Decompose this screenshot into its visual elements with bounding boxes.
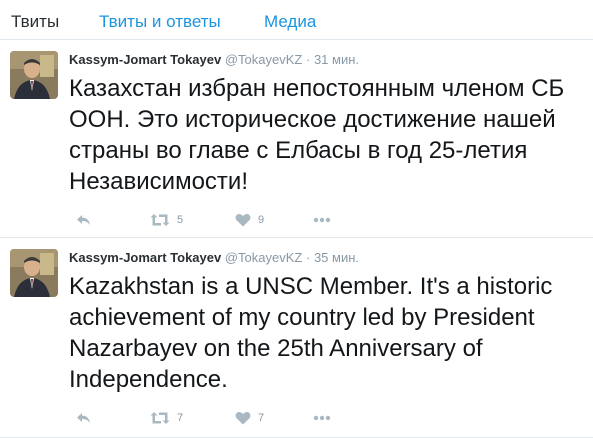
tweet-actions: 7 7 <box>69 408 589 428</box>
heart-icon <box>235 214 251 227</box>
retweet-button[interactable]: 5 <box>150 210 183 230</box>
profile-tabs: Твиты Твиты и ответы Медиа <box>0 0 593 40</box>
reply-icon <box>77 413 90 423</box>
retweet-count: 5 <box>177 214 184 226</box>
author-name[interactable]: Kassym-Jomart Tokayev <box>69 52 221 67</box>
tweet[interactable]: Kassym-Jomart Tokayev @TokayevKZ · 31 ми… <box>0 40 593 238</box>
author-handle[interactable]: @TokayevKZ <box>225 52 303 67</box>
separator-dot: · <box>305 52 311 67</box>
reply-button[interactable] <box>76 408 92 428</box>
like-button[interactable]: 9 <box>235 210 264 230</box>
tweet-actions: 5 9 <box>69 210 589 230</box>
tweet-header: Kassym-Jomart Tokayev @TokayevKZ · 35 ми… <box>69 250 359 265</box>
author-name[interactable]: Kassym-Jomart Tokayev <box>69 250 221 265</box>
retweet-icon <box>150 412 170 424</box>
reply-button[interactable] <box>76 210 92 230</box>
tab-media[interactable]: Медиа <box>264 12 316 32</box>
tweet-header: Kassym-Jomart Tokayev @TokayevKZ · 31 ми… <box>69 52 359 67</box>
tab-tweets[interactable]: Твиты <box>11 12 59 32</box>
more-icon <box>313 217 331 223</box>
retweet-icon <box>150 214 170 226</box>
more-button[interactable] <box>313 210 331 230</box>
tweet-text: Казахстан избран непостоянным членом СБ … <box>69 75 565 195</box>
like-count: 7 <box>258 412 265 424</box>
tweet-text: Kazakhstan is a UNSC Member. It's a hist… <box>69 273 553 393</box>
separator-dot: · <box>305 250 311 265</box>
tweet-timestamp[interactable]: 31 мин. <box>314 52 359 67</box>
tweet-timestamp[interactable]: 35 мин. <box>314 250 359 265</box>
retweet-button[interactable]: 7 <box>150 408 183 428</box>
heart-icon <box>235 412 251 425</box>
tweet[interactable]: Kassym-Jomart Tokayev @TokayevKZ · 35 ми… <box>0 238 593 438</box>
more-icon <box>313 415 331 421</box>
like-button[interactable]: 7 <box>235 408 264 428</box>
tab-tweets-and-replies[interactable]: Твиты и ответы <box>99 12 221 32</box>
avatar[interactable] <box>10 51 58 99</box>
retweet-count: 7 <box>177 412 184 424</box>
more-button[interactable] <box>313 408 331 428</box>
like-count: 9 <box>258 214 265 226</box>
author-handle[interactable]: @TokayevKZ <box>225 250 303 265</box>
reply-icon <box>77 215 90 225</box>
avatar[interactable] <box>10 249 58 297</box>
